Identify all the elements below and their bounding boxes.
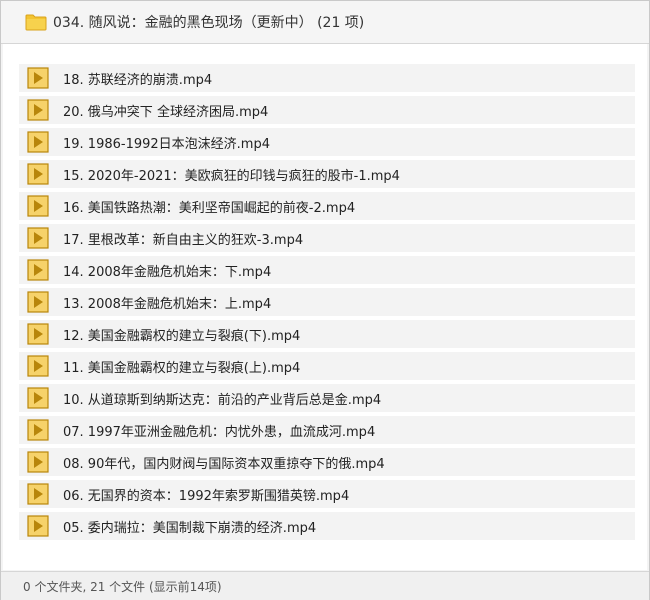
- folder-icon: [25, 13, 47, 31]
- video-file-icon: [27, 515, 49, 537]
- file-row[interactable]: 15. 2020年-2021：美欧疯狂的印钱与疯狂的股市-1.mp4: [19, 160, 635, 188]
- folder-title: 034. 随风说：金融的黑色现场（更新中） (21 项): [53, 15, 365, 31]
- file-browser-window: 034. 随风说：金融的黑色现场（更新中） (21 项) 18. 苏联经济的崩溃…: [0, 0, 650, 600]
- file-list-area: 18. 苏联经济的崩溃.mp4 20. 俄乌冲突下 全球经济困局.mp4 19. 1…: [3, 44, 647, 570]
- video-file-icon: [27, 451, 49, 473]
- video-file-icon: [27, 355, 49, 377]
- video-file-icon: [27, 483, 49, 505]
- file-list: 18. 苏联经济的崩溃.mp4 20. 俄乌冲突下 全球经济困局.mp4 19. 1…: [19, 64, 635, 544]
- file-row[interactable]: 19. 1986-1992日本泡沫经济.mp4: [19, 128, 635, 156]
- file-name: 18. 苏联经济的崩溃.mp4: [63, 72, 213, 88]
- file-name: 20. 俄乌冲突下 全球经济困局.mp4: [63, 104, 269, 120]
- status-text: 0 个文件夹, 21 个文件 (显示前14项): [23, 579, 222, 594]
- video-file-icon: [27, 163, 49, 185]
- file-name: 19. 1986-1992日本泡沫经济.mp4: [63, 136, 270, 152]
- video-file-icon: [27, 387, 49, 409]
- file-row[interactable]: 20. 俄乌冲突下 全球经济困局.mp4: [19, 96, 635, 124]
- video-file-icon: [27, 67, 49, 89]
- file-row[interactable]: 05. 委内瑞拉：美国制裁下崩溃的经济.mp4: [19, 512, 635, 540]
- status-bar: 0 个文件夹, 21 个文件 (显示前14项): [1, 571, 649, 600]
- file-name: 07. 1997年亚洲金融危机：内忧外患，血流成河.mp4: [63, 424, 376, 440]
- file-name: 08. 90年代，国内财阀与国际资本双重掠夺下的俄.mp4: [63, 456, 385, 472]
- file-row[interactable]: 17. 里根改革：新自由主义的狂欢-3.mp4: [19, 224, 635, 252]
- file-name: 05. 委内瑞拉：美国制裁下崩溃的经济.mp4: [63, 520, 317, 536]
- file-row[interactable]: 16. 美国铁路热潮：美利坚帝国崛起的前夜-2.mp4: [19, 192, 635, 220]
- file-name: 06. 无国界的资本：1992年索罗斯围猎英镑.mp4: [63, 488, 350, 504]
- video-file-icon: [27, 195, 49, 217]
- file-name: 13. 2008年金融危机始末：上.mp4: [63, 296, 272, 312]
- folder-header: 034. 随风说：金融的黑色现场（更新中） (21 项): [1, 1, 649, 44]
- file-row[interactable]: 14. 2008年金融危机始末：下.mp4: [19, 256, 635, 284]
- file-name: 17. 里根改革：新自由主义的狂欢-3.mp4: [63, 232, 304, 248]
- file-name: 14. 2008年金融危机始末：下.mp4: [63, 264, 272, 280]
- file-name: 16. 美国铁路热潮：美利坚帝国崛起的前夜-2.mp4: [63, 200, 356, 216]
- video-file-icon: [27, 291, 49, 313]
- file-row[interactable]: 11. 美国金融霸权的建立与裂痕(上).mp4: [19, 352, 635, 380]
- video-file-icon: [27, 99, 49, 121]
- video-file-icon: [27, 227, 49, 249]
- file-row[interactable]: 18. 苏联经济的崩溃.mp4: [19, 64, 635, 92]
- file-row[interactable]: 10. 从道琼斯到纳斯达克：前沿的产业背后总是金.mp4: [19, 384, 635, 412]
- file-name: 12. 美国金融霸权的建立与裂痕(下).mp4: [63, 328, 301, 344]
- file-name: 15. 2020年-2021：美欧疯狂的印钱与疯狂的股市-1.mp4: [63, 168, 400, 184]
- file-row[interactable]: 06. 无国界的资本：1992年索罗斯围猎英镑.mp4: [19, 480, 635, 508]
- file-name: 10. 从道琼斯到纳斯达克：前沿的产业背后总是金.mp4: [63, 392, 382, 408]
- file-row[interactable]: 12. 美国金融霸权的建立与裂痕(下).mp4: [19, 320, 635, 348]
- file-row[interactable]: 08. 90年代，国内财阀与国际资本双重掠夺下的俄.mp4: [19, 448, 635, 476]
- video-file-icon: [27, 259, 49, 281]
- video-file-icon: [27, 131, 49, 153]
- file-row[interactable]: 13. 2008年金融危机始末：上.mp4: [19, 288, 635, 316]
- video-file-icon: [27, 419, 49, 441]
- video-file-icon: [27, 323, 49, 345]
- file-row[interactable]: 07. 1997年亚洲金融危机：内忧外患，血流成河.mp4: [19, 416, 635, 444]
- file-name: 11. 美国金融霸权的建立与裂痕(上).mp4: [63, 360, 301, 376]
